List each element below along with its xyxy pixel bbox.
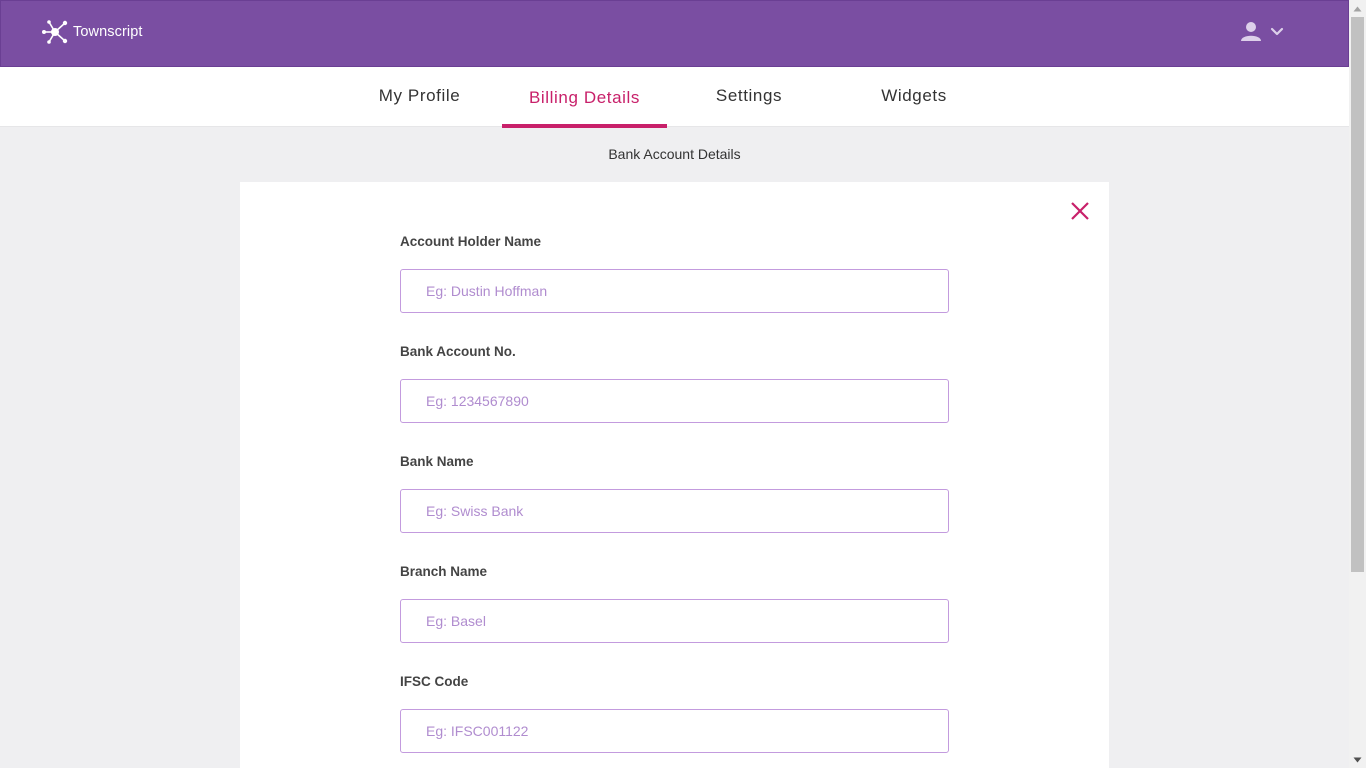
page-scrollbar[interactable] <box>1349 0 1366 768</box>
tab-billing-details[interactable]: Billing Details <box>502 69 667 128</box>
bank-account-no-input[interactable] <box>400 379 949 423</box>
branch-name-input[interactable] <box>400 599 949 643</box>
close-icon[interactable] <box>1069 200 1091 222</box>
tab-settings[interactable]: Settings <box>704 67 794 126</box>
ifsc-code-label: IFSC Code <box>400 674 469 689</box>
section-title: Bank Account Details <box>608 146 741 162</box>
top-header: Townscript <box>0 0 1349 67</box>
tab-label: Billing Details <box>528 87 641 107</box>
network-nodes-icon <box>41 19 69 45</box>
user-menu-button[interactable] <box>1240 21 1284 45</box>
account-holder-name-input[interactable] <box>400 269 949 313</box>
tab-label: Widgets <box>881 85 947 105</box>
scroll-up-arrow-icon[interactable] <box>1349 0 1366 17</box>
profile-tabs: My Profile Billing Details Settings Widg… <box>0 67 1349 128</box>
bank-account-no-label: Bank Account No. <box>400 344 516 359</box>
tab-label: My Profile <box>378 85 461 105</box>
bank-name-input[interactable] <box>400 489 949 533</box>
user-icon <box>1240 20 1262 47</box>
bank-name-label: Bank Name <box>400 454 474 469</box>
chevron-down-icon <box>1270 24 1284 42</box>
ifsc-code-input[interactable] <box>400 709 949 753</box>
branch-name-label: Branch Name <box>400 564 488 579</box>
brand-logo[interactable]: Townscript <box>41 19 143 45</box>
tab-label: Settings <box>715 85 783 105</box>
bank-details-card: Account Holder Name Bank Account No. Ban… <box>240 182 1109 768</box>
account-holder-name-label: Account Holder Name <box>400 234 542 249</box>
tab-my-profile[interactable]: My Profile <box>370 67 469 126</box>
tab-widgets[interactable]: Widgets <box>870 67 958 126</box>
scrollbar-thumb[interactable] <box>1351 17 1364 572</box>
brand-name: Townscript <box>73 24 143 40</box>
scroll-down-arrow-icon[interactable] <box>1349 751 1366 768</box>
